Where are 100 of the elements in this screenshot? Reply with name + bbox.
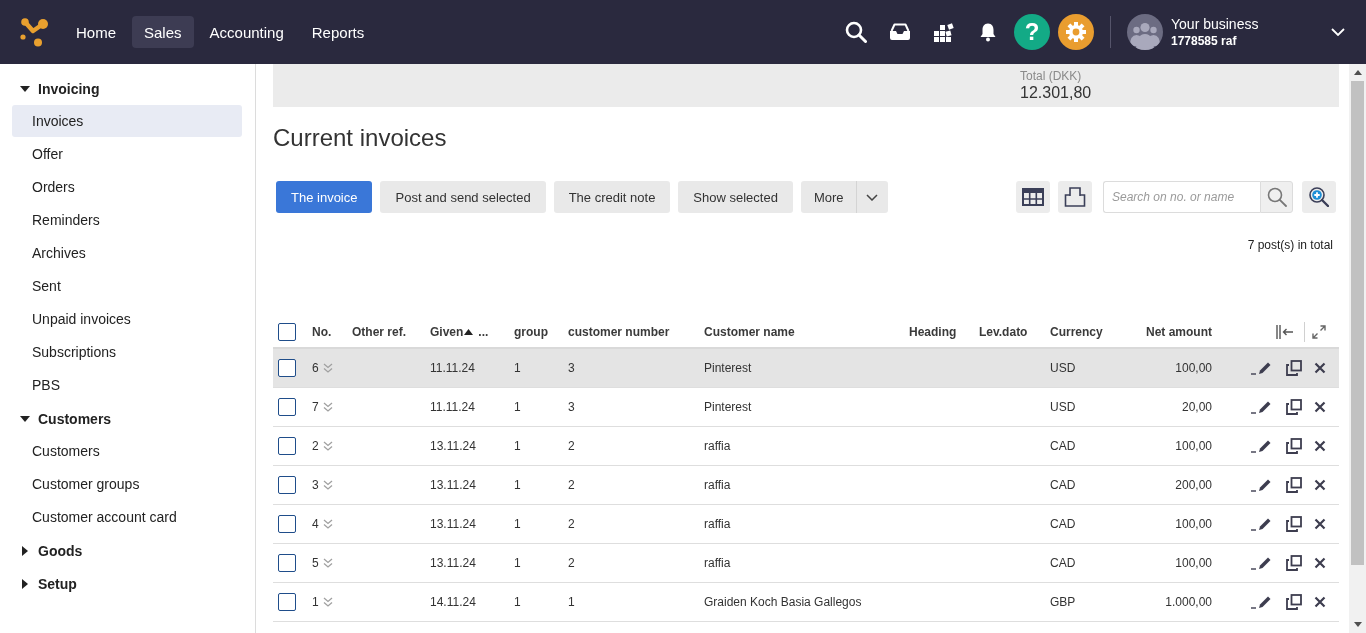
bell-icon[interactable] [979,22,997,42]
record-count: 7 post(s) in total [1247,237,1333,253]
copy-icon[interactable] [1286,516,1302,532]
edit-icon[interactable] [1251,439,1272,453]
double-chevron-down-icon[interactable] [322,402,333,412]
row-checkbox[interactable] [278,554,296,572]
table-cell: 2 [568,517,575,531]
sidebar-item[interactable]: Customer groups [12,468,242,500]
scrollbar[interactable] [1349,64,1366,633]
grid-icon[interactable] [934,22,954,42]
column-header[interactable]: Customer name [704,324,795,339]
column-header[interactable]: Other ref. [352,324,406,339]
double-chevron-down-icon[interactable] [322,558,333,568]
search-icon[interactable] [845,21,867,43]
new-invoice-button[interactable]: The invoice [276,181,373,213]
more-button[interactable]: More [800,181,888,213]
settings-button[interactable] [1058,14,1094,50]
nav-tab[interactable]: Home [64,16,128,48]
column-header[interactable]: Net amount [1146,324,1212,339]
inbox-icon[interactable] [889,23,911,41]
column-header[interactable]: Heading [909,324,957,339]
copy-icon[interactable] [1286,594,1302,610]
column-header[interactable]: customer number [568,324,670,339]
close-icon[interactable] [1314,479,1326,491]
sidebar-item[interactable]: Invoices [12,105,242,137]
table-cell: 14.11.24 [430,595,476,609]
nav-tab[interactable]: Sales [132,16,194,48]
search-button[interactable] [1260,181,1293,213]
table-view-button[interactable] [1016,181,1050,213]
table-cell: GBP [1050,595,1076,609]
column-header[interactable]: group [514,324,548,339]
select-all-checkbox[interactable] [278,322,296,341]
copy-icon[interactable] [1286,438,1302,454]
row-checkbox[interactable] [278,398,296,416]
column-header[interactable]: Given [430,324,464,339]
close-icon[interactable] [1314,596,1326,608]
double-chevron-down-icon[interactable] [322,519,333,529]
sidebar-item[interactable]: Customer account card [12,501,242,533]
edit-icon[interactable] [1251,595,1272,609]
logo[interactable] [20,17,48,47]
scrollbar-thumb[interactable] [1351,81,1364,565]
double-chevron-down-icon[interactable] [322,597,333,607]
row-checkbox[interactable] [278,437,296,455]
row-checkbox[interactable] [278,593,296,611]
chevron-down-icon[interactable] [1331,28,1345,36]
caret-down-icon [20,415,30,422]
nav-tab[interactable]: Accounting [197,16,296,48]
table-cell: CAD [1050,517,1076,531]
sidebar-item[interactable]: PBS [12,369,242,401]
row-checkbox[interactable] [278,476,296,494]
sidebar-item[interactable]: Unpaid invoices [12,303,242,335]
copy-icon[interactable] [1286,399,1302,415]
sidebar-item[interactable]: Offer [12,138,242,170]
close-icon[interactable] [1314,401,1326,413]
zoom-in-button[interactable] [1302,181,1336,213]
column-header[interactable]: Lev.dato [979,324,1028,339]
close-icon[interactable] [1314,518,1326,530]
edit-icon[interactable] [1251,517,1272,531]
table-cell: 1 [514,595,521,609]
sidebar-section[interactable]: Customers [20,402,255,435]
print-button[interactable] [1058,181,1092,213]
copy-icon[interactable] [1286,360,1302,376]
sidebar-item[interactable]: Archives [12,237,242,269]
edit-icon[interactable] [1251,361,1272,375]
sidebar-section[interactable]: Goods [20,534,255,567]
toolbar-button[interactable]: Post and send selected [380,181,546,213]
gear-icon [1065,21,1087,43]
expand-icon[interactable] [1312,324,1326,339]
row-checkbox[interactable] [278,359,296,377]
search-field[interactable]: Search on no. or name [1103,181,1260,213]
row-checkbox[interactable] [278,515,296,533]
column-collapse-icon[interactable] [1276,324,1294,339]
sidebar-section[interactable]: Setup [20,567,255,600]
table-cell: 3 [568,400,575,414]
column-header[interactable]: No. [312,324,332,339]
nav-tab[interactable]: Reports [299,16,377,48]
copy-icon[interactable] [1286,555,1302,571]
close-icon[interactable] [1314,557,1326,569]
toolbar-button[interactable]: Show selected [678,181,793,213]
double-chevron-down-icon[interactable] [322,480,333,490]
edit-icon[interactable] [1251,478,1272,492]
table-cell: 1 [312,595,319,609]
close-icon[interactable] [1314,362,1326,374]
sidebar-item[interactable]: Subscriptions [12,336,242,368]
edit-icon[interactable] [1251,556,1272,570]
sidebar-section[interactable]: Invoicing [20,72,255,105]
table-icon [1022,188,1044,206]
edit-icon[interactable] [1251,400,1272,414]
table-cell: 1 [514,400,521,414]
scroll-up-icon[interactable] [1353,70,1362,75]
close-icon[interactable] [1314,440,1326,452]
sidebar-item[interactable]: Sent [12,270,242,302]
double-chevron-down-icon[interactable] [322,441,333,451]
scroll-down-icon[interactable] [1353,622,1362,627]
sidebar-item[interactable]: Orders [12,171,242,203]
toolbar-button[interactable]: The credit note [553,181,671,213]
sidebar-item[interactable]: Customers [12,435,242,467]
copy-icon[interactable] [1286,477,1302,493]
column-header[interactable]: Currency [1050,324,1103,339]
sidebar-item[interactable]: Reminders [12,204,242,236]
